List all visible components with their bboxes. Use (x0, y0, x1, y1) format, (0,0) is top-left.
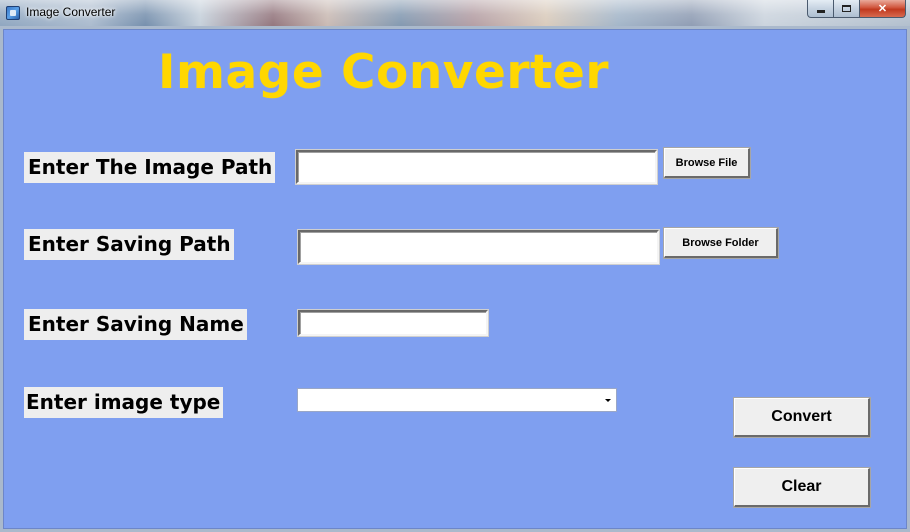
saving-path-input[interactable] (298, 230, 659, 264)
chevron-down-icon[interactable] (600, 389, 616, 411)
window-title-bar[interactable]: Image Converter ✕ (0, 0, 910, 26)
maximize-icon (842, 5, 851, 12)
window-controls: ✕ (807, 0, 906, 18)
app-icon (6, 6, 20, 20)
window-title: Image Converter (26, 5, 116, 19)
image-path-input[interactable] (296, 150, 657, 184)
image-path-label: Enter The Image Path (24, 152, 276, 183)
maximize-button[interactable] (834, 0, 860, 18)
minimize-button[interactable] (807, 0, 834, 18)
saving-name-input[interactable] (298, 310, 488, 336)
browse-file-button[interactable]: Browse File (664, 148, 750, 178)
close-button[interactable]: ✕ (860, 0, 906, 18)
clear-button[interactable]: Clear (734, 468, 870, 507)
form-client-area (3, 29, 907, 529)
convert-button[interactable]: Convert (734, 398, 870, 437)
close-icon: ✕ (877, 3, 888, 15)
image-type-label: Enter image type (24, 387, 224, 418)
browse-folder-button[interactable]: Browse Folder (664, 228, 778, 258)
app-heading: Image Converter (158, 45, 610, 100)
image-type-dropdown[interactable] (297, 388, 617, 412)
minimize-icon (816, 10, 825, 13)
saving-path-label: Enter Saving Path (24, 229, 234, 260)
saving-name-label: Enter Saving Name (24, 309, 247, 340)
